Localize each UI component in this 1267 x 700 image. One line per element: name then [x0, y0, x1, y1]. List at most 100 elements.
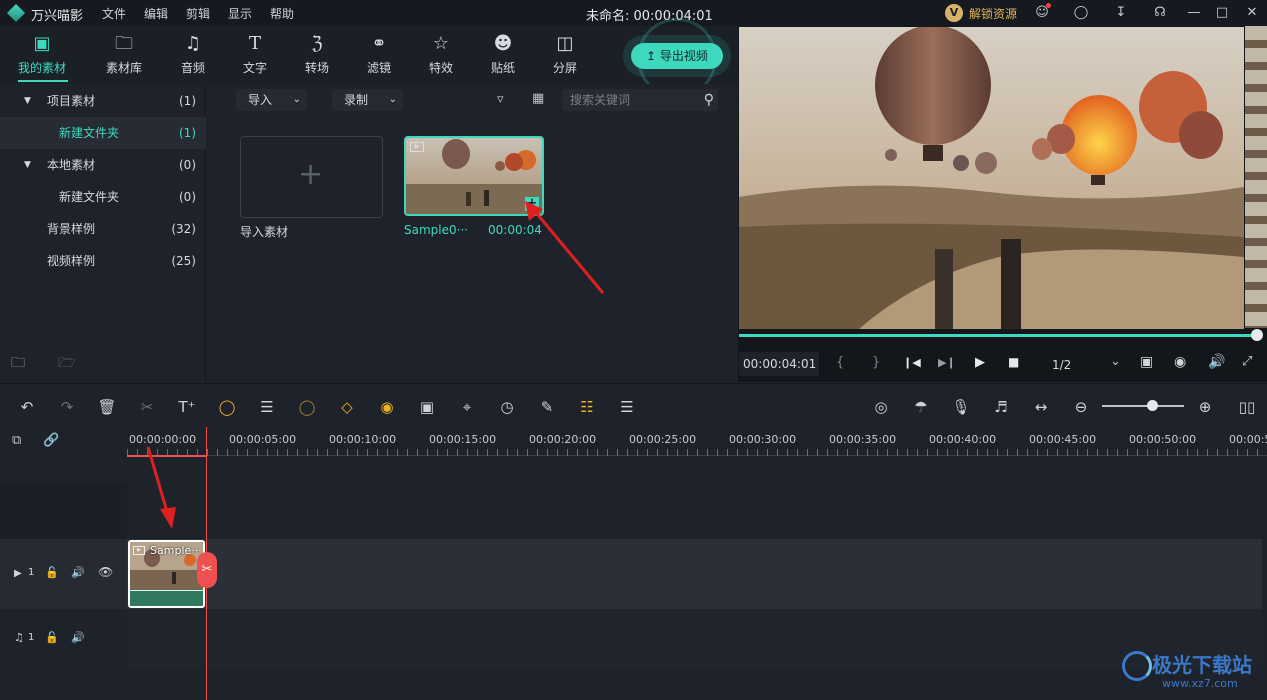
tab-sticker[interactable]: ☻ 贴纸	[473, 32, 533, 76]
preview-timecode: 00:00:04:01	[743, 357, 817, 371]
zoom-slider-track[interactable]	[1102, 405, 1184, 407]
chevron-down-icon[interactable]: ⌄	[1110, 354, 1121, 369]
lock-icon[interactable]: 🔓	[45, 631, 59, 644]
prev-frame-icon[interactable]: ❙◀	[903, 356, 921, 369]
fit-timeline-icon[interactable]: ↔	[1030, 396, 1052, 418]
maximize-icon[interactable]: □	[1212, 3, 1232, 23]
preview-progress-handle[interactable]	[1251, 329, 1263, 341]
speed-icon[interactable]: ◷	[496, 396, 518, 418]
video-track[interactable]	[127, 539, 1262, 609]
timeline-video-clip[interactable]: Sample··· ▶	[128, 540, 205, 608]
tab-split-screen[interactable]: ◫ 分屏	[535, 32, 595, 76]
clip-audio-strip	[130, 590, 203, 606]
tab-media-library[interactable]: 🗀 素材库	[94, 32, 154, 76]
media-panel: 导入 ⌄ 录制 ⌄ ▿ ▦ 搜索关键词 ⚲ + 导入素材 ▶ + Sample0…	[207, 84, 719, 382]
add-track-icon[interactable]: ⧉	[12, 433, 21, 448]
fit-frame-icon[interactable]: ▣	[416, 396, 438, 418]
mark-out-icon[interactable]: }	[872, 355, 880, 370]
microphone-icon[interactable]: 🎙	[950, 396, 972, 418]
audio-wave-icon[interactable]: ☰	[256, 396, 278, 418]
message-icon[interactable]: ◯	[1071, 3, 1091, 23]
tree-item-video-samples[interactable]: 视频样例 (25)	[0, 245, 206, 277]
volume-icon[interactable]: 🔊	[71, 631, 85, 644]
split-scissor-button[interactable]: ✂	[197, 552, 217, 588]
folder-outline-icon[interactable]: 🗁	[58, 352, 75, 376]
transition-icon: ℨ	[311, 33, 323, 54]
lock-icon[interactable]: 🔓	[45, 566, 59, 579]
zoom-slider-handle[interactable]	[1147, 400, 1158, 411]
audio-sync-icon[interactable]: ◯	[216, 396, 238, 418]
shield-icon[interactable]: ☂	[910, 396, 932, 418]
cut-icon[interactable]: ✂	[136, 396, 158, 418]
mark-in-icon[interactable]: {	[836, 355, 844, 370]
eye-icon[interactable]: 👁	[98, 565, 113, 579]
stop-icon[interactable]: ■	[1008, 355, 1019, 369]
color-picker-icon[interactable]: ✎	[536, 396, 558, 418]
tree-item-local-media[interactable]: ▼ 本地素材 (0)	[0, 149, 206, 181]
menu-view[interactable]: 显示	[228, 5, 252, 22]
timeline-ruler[interactable]: ⧉ 🔗 00:00:00:00 00:00:05:00 00:00:10:00 00:…	[0, 427, 1267, 459]
tree-item-project-media[interactable]: ▼ 项目素材 (1)	[0, 85, 206, 117]
link-icon[interactable]: 🔗	[43, 433, 59, 448]
fullscreen-icon[interactable]: ⤢	[1242, 354, 1252, 369]
filter-funnel-icon[interactable]: ▿	[497, 92, 504, 107]
tab-my-media[interactable]: ▣ 我的素材	[12, 32, 72, 76]
menu-clip[interactable]: 剪辑	[186, 5, 210, 22]
music-list-icon[interactable]: ♬	[990, 396, 1012, 418]
tts-icon[interactable]: ◯	[296, 396, 318, 418]
export-label: 导出视频	[659, 49, 708, 63]
record-dropdown[interactable]: 录制 ⌄	[332, 89, 403, 111]
export-video-button[interactable]: ↥ 导出视频	[631, 43, 723, 69]
search-icon[interactable]: ⚲	[704, 89, 714, 111]
tab-effects[interactable]: ☆ 特效	[411, 32, 471, 76]
caret-down-icon[interactable]: ▼	[24, 149, 31, 181]
download-icon[interactable]: ↧	[1111, 3, 1131, 23]
new-folder-icon[interactable]: 🗀	[11, 352, 25, 376]
presentation-icon[interactable]: ☷	[576, 396, 598, 418]
tree-item-new-folder-selected[interactable]: 新建文件夹 (1)	[0, 117, 206, 149]
menu-file[interactable]: 文件	[102, 5, 126, 22]
caret-down-icon[interactable]: ▼	[24, 85, 31, 117]
tab-text[interactable]: T 文字	[225, 32, 285, 76]
keyframe-icon[interactable]: ◇	[336, 396, 358, 418]
snapshot-camera-icon[interactable]: ◉	[1174, 354, 1186, 370]
audio-track[interactable]	[127, 609, 1262, 669]
minimize-icon[interactable]: —	[1184, 3, 1204, 23]
redo-icon[interactable]: ↷	[56, 396, 78, 418]
color-palette-icon[interactable]: ◉	[376, 396, 398, 418]
undo-icon[interactable]: ↶	[16, 396, 38, 418]
add-text-icon[interactable]: T⁺	[176, 396, 198, 418]
import-dropdown[interactable]: 导入 ⌄	[236, 89, 307, 111]
unlock-resources-link[interactable]: 解锁资源	[969, 5, 1017, 22]
play-icon[interactable]: ▶	[975, 355, 985, 370]
import-media-tile[interactable]: +	[240, 136, 383, 218]
menu-edit[interactable]: 编辑	[144, 5, 168, 22]
adjust-sliders-icon[interactable]: ☰	[616, 396, 638, 418]
screen-record-icon[interactable]: ◎	[870, 396, 892, 418]
clip-name: Sample0···	[404, 223, 469, 237]
volume-icon[interactable]: 🔊	[71, 566, 85, 579]
tab-label: 音频	[180, 61, 205, 75]
search-input[interactable]: 搜索关键词 ⚲	[562, 89, 718, 111]
delete-icon[interactable]: 🗑	[96, 396, 118, 418]
close-icon[interactable]: ✕	[1242, 3, 1262, 23]
tab-audio[interactable]: ♫ 音频	[163, 32, 223, 76]
vip-icon[interactable]: V	[945, 4, 963, 22]
menu-help[interactable]: 帮助	[270, 5, 294, 22]
preview-quality-select[interactable]: 1/2	[1052, 358, 1071, 372]
tab-filter[interactable]: ⚭ 滤镜	[349, 32, 409, 76]
preview-progress-track[interactable]	[739, 334, 1257, 337]
tab-transition[interactable]: ℨ 转场	[287, 32, 347, 76]
crop-icon[interactable]: ⌖	[456, 396, 478, 418]
zoom-out-icon[interactable]: ⊖	[1070, 396, 1092, 418]
next-frame-icon[interactable]: ▶❙	[938, 356, 956, 369]
tree-item-new-folder[interactable]: 新建文件夹 (0)	[0, 181, 206, 213]
monitor-icon[interactable]: ▣	[1140, 354, 1153, 370]
volume-icon[interactable]: 🔊	[1208, 354, 1225, 370]
zoom-in-icon[interactable]: ⊕	[1194, 396, 1216, 418]
grid-view-icon[interactable]: ▦	[532, 91, 544, 106]
tree-item-background-samples[interactable]: 背景样例 (32)	[0, 213, 206, 245]
headset-icon[interactable]: ☊	[1150, 3, 1170, 23]
panel-layout-icon[interactable]: ▯▯	[1236, 396, 1258, 418]
timecode-box[interactable]: 00:00:04:01	[739, 352, 819, 376]
